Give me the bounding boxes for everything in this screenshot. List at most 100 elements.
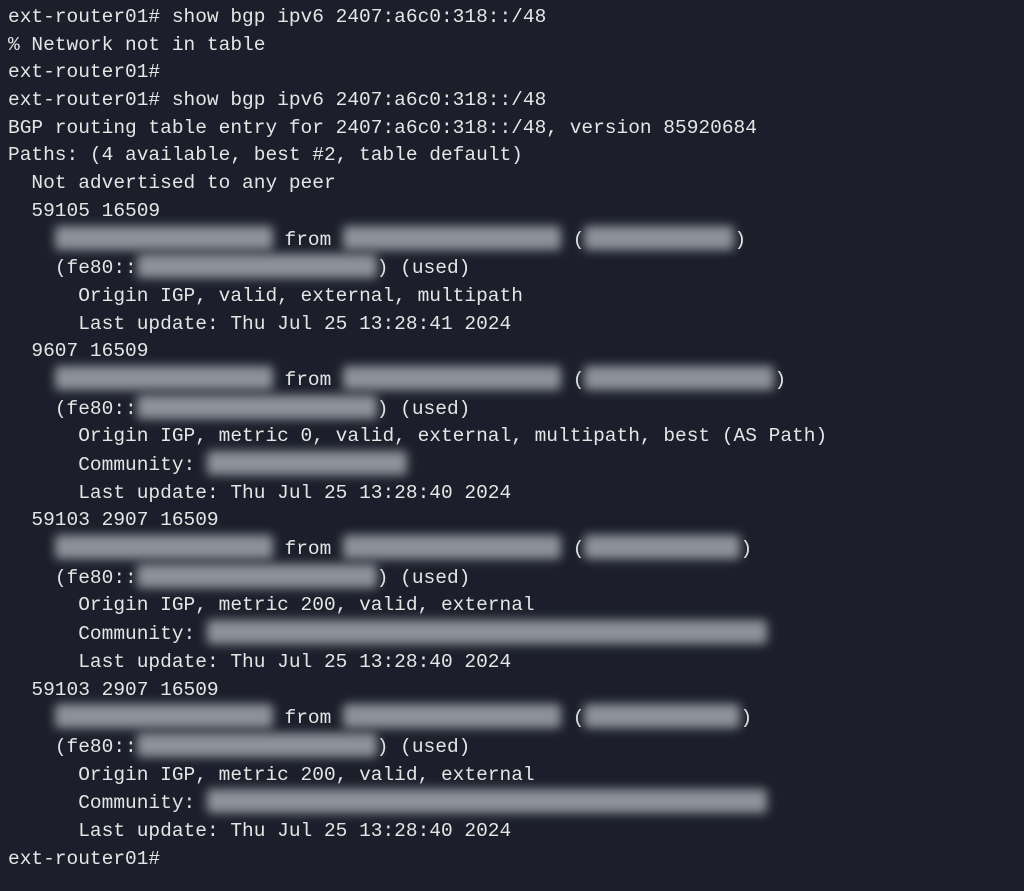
text-segment: ext-router01# (8, 61, 160, 83)
indent (8, 538, 55, 560)
text-segment: Community: (78, 454, 207, 476)
text-segment: ( (561, 229, 584, 251)
terminal-line: Last update: Thu Jul 25 13:28:40 2024 (8, 818, 1016, 846)
terminal-line: Last update: Thu Jul 25 13:28:41 2024 (8, 311, 1016, 339)
text-segment: ) (used) (377, 257, 471, 279)
terminal-line: 9607 16509 (8, 338, 1016, 366)
terminal-line: 59105 16509 (8, 198, 1016, 226)
redacted-segment (137, 733, 377, 757)
indent (8, 679, 31, 701)
text-segment: Origin IGP, metric 200, valid, external (78, 594, 534, 616)
redacted-segment (137, 395, 377, 419)
terminal-line: Origin IGP, metric 0, valid, external, m… (8, 423, 1016, 451)
terminal-output[interactable]: ext-router01# show bgp ipv6 2407:a6c0:31… (0, 0, 1024, 873)
redacted-segment (207, 789, 767, 813)
text-segment: from (273, 538, 343, 560)
terminal-line: (fe80::) (used) (8, 395, 1016, 424)
terminal-line: Not advertised to any peer (8, 170, 1016, 198)
text-segment: ext-router01# (8, 6, 160, 28)
redacted-segment (55, 535, 273, 559)
text-segment: Last update: Thu Jul 25 13:28:41 2024 (78, 313, 511, 335)
indent (8, 707, 55, 729)
text-segment: (fe80:: (55, 567, 137, 589)
terminal-line: Last update: Thu Jul 25 13:28:40 2024 (8, 480, 1016, 508)
terminal-line: 59103 2907 16509 (8, 677, 1016, 705)
indent (8, 594, 78, 616)
indent (8, 482, 78, 504)
text-segment: BGP routing table entry for 2407:a6c0:31… (8, 117, 757, 139)
text-segment: from (273, 707, 343, 729)
terminal-line: ext-router01# show bgp ipv6 2407:a6c0:31… (8, 87, 1016, 115)
terminal-line: 59103 2907 16509 (8, 507, 1016, 535)
terminal-line: Community: (8, 620, 1016, 649)
terminal-line: Community: (8, 789, 1016, 818)
text-segment: 9607 16509 (31, 340, 148, 362)
text-segment: ) (740, 707, 752, 729)
text-segment: Origin IGP, metric 0, valid, external, m… (78, 425, 827, 447)
terminal-line: (fe80::) (used) (8, 564, 1016, 593)
text-segment: ( (561, 538, 584, 560)
text-segment: Origin IGP, metric 200, valid, external (78, 764, 534, 786)
indent (8, 340, 31, 362)
text-segment: ext-router01# (8, 89, 160, 111)
redacted-segment (55, 226, 273, 250)
indent (8, 792, 78, 814)
indent (8, 229, 55, 251)
redacted-segment (584, 704, 740, 728)
text-segment: from (273, 369, 343, 391)
text-segment: Paths: (4 available, best #2, table defa… (8, 144, 523, 166)
terminal-line: Last update: Thu Jul 25 13:28:40 2024 (8, 649, 1016, 677)
redacted-segment (207, 451, 407, 475)
indent (8, 313, 78, 335)
terminal-line: ext-router01# (8, 846, 1016, 874)
terminal-line: ext-router01# show bgp ipv6 2407:a6c0:31… (8, 4, 1016, 32)
text-segment: Community: (78, 623, 207, 645)
redacted-segment (343, 226, 561, 250)
text-segment (160, 6, 172, 28)
text-segment: ) (used) (377, 398, 471, 420)
indent (8, 764, 78, 786)
indent (8, 736, 55, 758)
indent (8, 820, 78, 842)
text-segment: Last update: Thu Jul 25 13:28:40 2024 (78, 651, 511, 673)
indent (8, 651, 78, 673)
redacted-segment (584, 366, 774, 390)
text-segment: ext-router01# (8, 848, 160, 870)
indent (8, 172, 31, 194)
text-segment: Community: (78, 792, 207, 814)
indent (8, 285, 78, 307)
indent (8, 200, 31, 222)
terminal-line: (fe80::) (used) (8, 254, 1016, 283)
text-segment: (fe80:: (55, 736, 137, 758)
terminal-line: Paths: (4 available, best #2, table defa… (8, 142, 1016, 170)
terminal-line: ext-router01# (8, 59, 1016, 87)
text-segment: ) (740, 538, 752, 560)
text-segment: 59103 2907 16509 (31, 679, 218, 701)
text-segment: ( (561, 707, 584, 729)
text-segment: Origin IGP, valid, external, multipath (78, 285, 523, 307)
terminal-line: Origin IGP, valid, external, multipath (8, 283, 1016, 311)
text-segment: 59103 2907 16509 (31, 509, 218, 531)
terminal-line: (fe80::) (used) (8, 733, 1016, 762)
text-segment (160, 89, 172, 111)
indent (8, 454, 78, 476)
indent (8, 425, 78, 447)
indent (8, 398, 55, 420)
redacted-segment (137, 254, 377, 278)
indent (8, 509, 31, 531)
indent (8, 257, 55, 279)
terminal-line: from () (8, 704, 1016, 733)
redacted-segment (207, 620, 767, 644)
redacted-segment (55, 704, 273, 728)
text-segment: show bgp ipv6 2407:a6c0:318::/48 (172, 89, 546, 111)
terminal-line: % Network not in table (8, 32, 1016, 60)
text-segment: ) (774, 369, 786, 391)
redacted-segment (584, 226, 734, 250)
redacted-segment (137, 564, 377, 588)
text-segment: ( (561, 369, 584, 391)
text-segment: % Network not in table (8, 34, 265, 56)
text-segment: 59105 16509 (31, 200, 160, 222)
redacted-segment (584, 535, 740, 559)
redacted-segment (343, 704, 561, 728)
text-segment: show bgp ipv6 2407:a6c0:318::/48 (172, 6, 546, 28)
